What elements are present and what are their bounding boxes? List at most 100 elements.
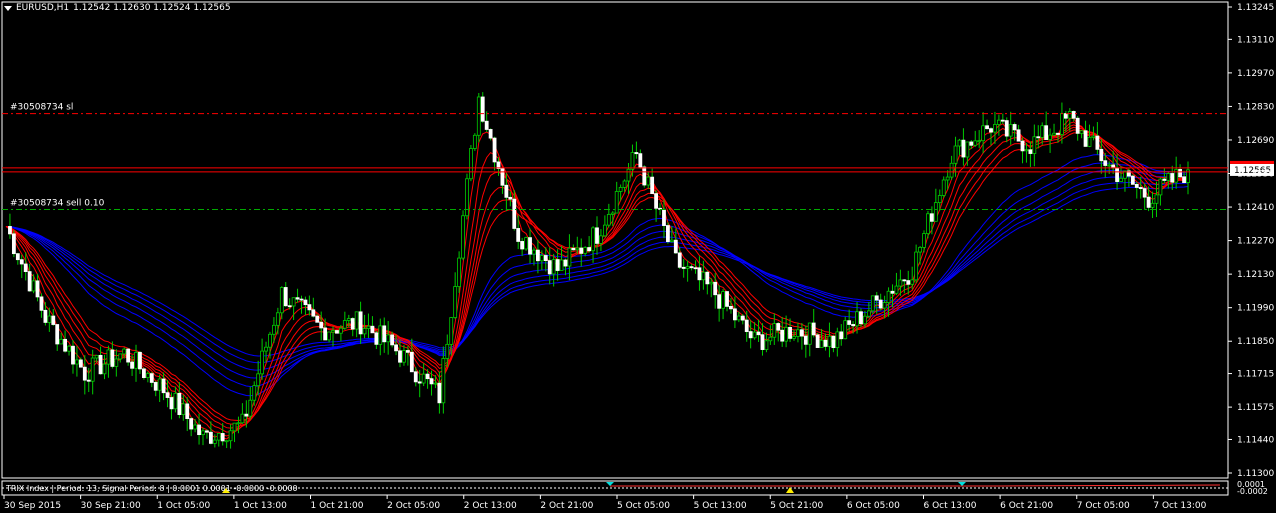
bear-candle: [303, 299, 308, 306]
bull-candle: [260, 350, 265, 375]
bull-candle: [933, 202, 938, 222]
time-tick-label: 1 Oct 05:00: [157, 501, 210, 511]
symbol-label: EURUSD,H1: [16, 3, 70, 13]
bear-candle: [323, 327, 328, 341]
bear-candle: [295, 297, 300, 300]
bear-candle: [177, 392, 182, 415]
bull-candle: [433, 382, 438, 385]
bear-candle: [409, 351, 414, 373]
bull-candle: [445, 343, 450, 359]
bear-candle: [1016, 129, 1021, 142]
price-chart[interactable]: #30508734 sl#30508734 sell 0.101.12565 1…: [0, 0, 1276, 513]
bear-candle: [205, 430, 209, 433]
bull-candle: [1008, 124, 1013, 137]
bear-candle: [508, 196, 513, 200]
bull-candle: [1087, 136, 1092, 147]
price-tick-label: 1.11850: [1237, 337, 1274, 347]
price-axis[interactable]: 1.13245 1.13110 1.12970 1.12830 1.12690 1.125…: [1228, 3, 1274, 479]
bear-candle: [831, 335, 836, 349]
bear-candle: [1178, 169, 1183, 178]
chart-frame: [1, 1, 1229, 496]
bear-candle: [370, 325, 375, 334]
price-tick-label: 1.11300: [1237, 469, 1274, 479]
bull-candle: [118, 353, 123, 360]
bear-candle: [520, 241, 525, 250]
bull-candle: [201, 430, 205, 436]
bear-candle: [1111, 164, 1116, 169]
bull-candle: [1032, 136, 1037, 154]
fast-ma-line: [5, 121, 1189, 437]
bull-candle: [181, 403, 186, 415]
bull-candle: [870, 295, 875, 312]
bull-candle: [843, 320, 848, 340]
bull-candle: [973, 140, 978, 146]
bear-candle: [358, 311, 363, 335]
bear-candle: [1056, 132, 1060, 135]
bear-candle: [969, 141, 974, 146]
bull-candle: [102, 363, 107, 375]
bear-candle: [788, 327, 792, 339]
bull-candle: [981, 125, 986, 142]
price-tick-label: 1.11715: [1237, 370, 1274, 380]
bull-candle: [827, 335, 832, 347]
bear-candle: [1028, 149, 1033, 154]
bear-candle: [906, 280, 911, 285]
bear-candle: [1182, 176, 1186, 183]
indicator-scale-bottom: -0.0002: [1237, 487, 1268, 496]
chart-header[interactable]: EURUSD,H1 1.12542 1.12630 1.12524 1.1256…: [4, 3, 231, 13]
bull-candle: [248, 399, 253, 417]
bear-candle: [405, 350, 410, 353]
bull-candle: [31, 280, 36, 292]
price-tick-label: 1.12410: [1237, 203, 1274, 213]
bull-candle: [1040, 125, 1045, 138]
bear-candle: [595, 227, 599, 244]
bull-candle: [1158, 178, 1163, 196]
bear-candle: [8, 226, 12, 235]
bull-candle: [457, 257, 462, 287]
time-tick-label: 6 Oct 21:00: [1000, 501, 1053, 511]
bear-candle: [98, 354, 103, 375]
bull-candle: [532, 249, 536, 255]
bull-candle: [583, 247, 588, 254]
bear-candle: [587, 247, 592, 252]
bull-candle: [75, 359, 79, 365]
bear-candle: [319, 321, 324, 329]
bear-candle: [287, 305, 292, 308]
bull-candle: [772, 323, 777, 338]
bull-candle: [331, 330, 335, 333]
time-tick-label: 2 Oct 21:00: [540, 501, 593, 511]
bear-candle: [504, 184, 509, 198]
bear-candle: [55, 324, 60, 345]
bear-candle: [1083, 130, 1088, 147]
bear-candle: [902, 279, 907, 282]
bull-candle: [1079, 130, 1084, 134]
bull-candle: [134, 351, 138, 369]
bear-candle: [141, 368, 146, 378]
price-tick-label: 1.12270: [1237, 237, 1274, 247]
bear-candle: [815, 334, 820, 348]
bull-candle: [173, 392, 178, 410]
time-axis[interactable]: 30 Sep 2015 30 Sep 21:00 1 Oct 05:00 1 Oct …: [3, 495, 1207, 511]
bull-candle: [910, 279, 915, 285]
bull-candle: [949, 162, 954, 178]
bear-candle: [536, 249, 540, 262]
bear-candle: [35, 280, 40, 298]
bull-candle: [90, 357, 95, 382]
bear-candle: [555, 259, 560, 271]
chevron-down-icon[interactable]: [4, 5, 12, 11]
bear-candle: [480, 96, 485, 122]
bear-candle: [803, 335, 808, 345]
bull-candle: [567, 247, 572, 267]
bull-candle: [784, 327, 789, 342]
bear-candle: [413, 371, 418, 383]
bull-candle: [228, 430, 233, 442]
bear-candle: [811, 322, 816, 336]
bull-candle: [465, 178, 469, 217]
bull-candle: [721, 291, 725, 309]
bear-candle: [740, 315, 745, 321]
bull-candle: [855, 311, 859, 327]
bear-candle: [86, 379, 91, 382]
bull-candle: [1060, 113, 1064, 135]
bull-candle: [264, 346, 268, 352]
bull-candle: [626, 168, 631, 182]
